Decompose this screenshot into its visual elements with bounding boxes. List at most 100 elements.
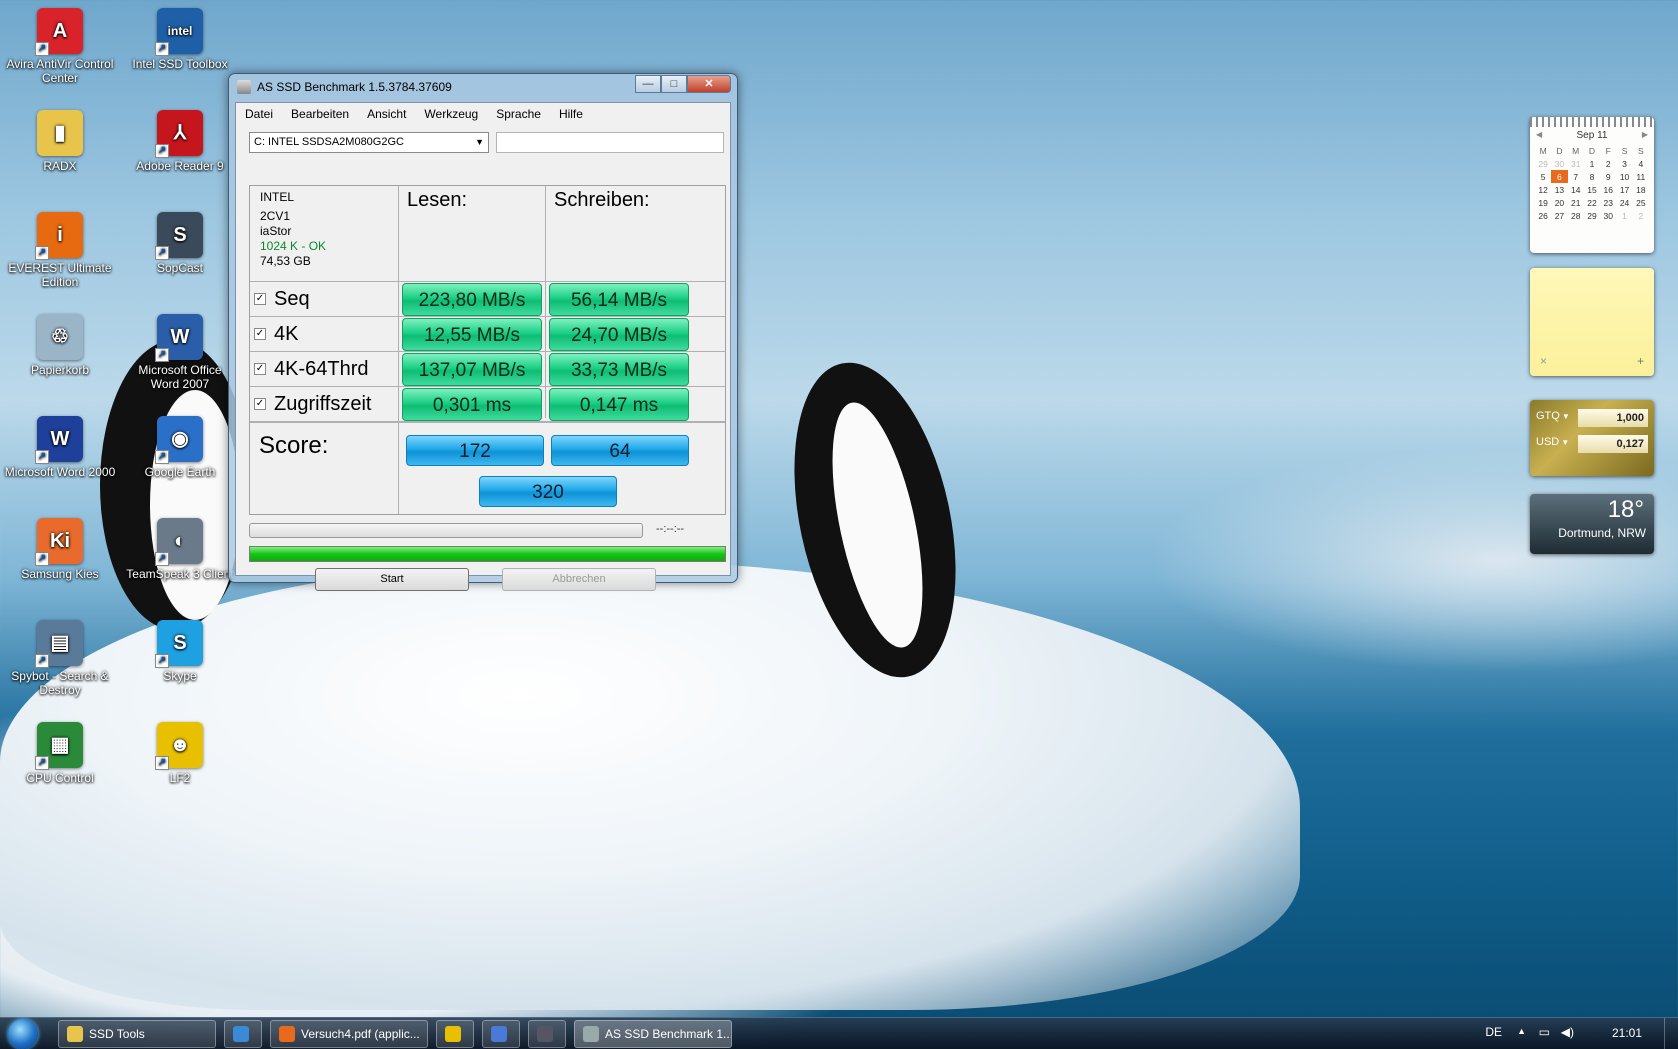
currency-from[interactable]: GTQ ▼ [1536, 410, 1570, 422]
calendar-day[interactable]: 7 [1568, 170, 1584, 183]
calendar-day[interactable]: 5 [1535, 170, 1551, 183]
taskbar-item-lightning[interactable] [436, 1020, 474, 1048]
volume-icon[interactable]: ◀) [1561, 1025, 1574, 1039]
calendar-day[interactable]: 8 [1584, 170, 1600, 183]
taskbar-item-folder[interactable]: SSD Tools [58, 1020, 216, 1048]
start-button[interactable]: Start [315, 568, 469, 591]
calendar-day[interactable]: 30 [1600, 209, 1616, 222]
minimize-button[interactable]: — [635, 75, 661, 93]
calendar-day[interactable]: 30 [1551, 157, 1567, 170]
calendar-day[interactable]: 31 [1568, 157, 1584, 170]
calendar-day[interactable]: 2 [1600, 157, 1616, 170]
desktop-icon-adobe-reader[interactable]: ⅄ ↗ Adobe Reader 9 [124, 110, 236, 173]
calendar-day[interactable]: 1 [1584, 157, 1600, 170]
close-button[interactable]: ✕ [687, 75, 731, 93]
calendar-day[interactable]: 15 [1584, 183, 1600, 196]
as-ssd-window[interactable]: AS SSD Benchmark 1.5.3784.37609 — □ ✕ Da… [228, 73, 738, 591]
row-4k64-label[interactable]: ✓ 4K-64Thrd [254, 354, 369, 384]
checkbox-access[interactable]: ✓ [254, 398, 266, 410]
menu-datei[interactable]: Datei [236, 107, 282, 121]
note-add-icon[interactable]: + [1637, 354, 1644, 368]
desktop-icon-google-earth[interactable]: ◉ ↗ Google Earth [124, 416, 236, 479]
calendar-day[interactable]: 18 [1633, 183, 1649, 196]
sticky-note-gadget[interactable]: × + [1530, 268, 1654, 376]
desktop-icon-word-2007[interactable]: W ↗ Microsoft Office Word 2007 [124, 314, 236, 391]
row-4k-label[interactable]: ✓ 4K [254, 319, 298, 349]
currency-to[interactable]: USD ▼ [1536, 436, 1569, 448]
currency-to-value[interactable]: 0,127 [1578, 435, 1648, 453]
drive-select[interactable]: C: INTEL SSDSA2M080G2GC ▼ [249, 131, 489, 153]
currency-from-value[interactable]: 1,000 [1578, 409, 1648, 427]
calendar-day[interactable]: 16 [1600, 183, 1616, 196]
window-titlebar[interactable]: AS SSD Benchmark 1.5.3784.37609 — □ ✕ [229, 74, 737, 100]
menu-werkzeug[interactable]: Werkzeug [415, 107, 487, 121]
desktop-icon-intel[interactable]: intel ↗ Intel SSD Toolbox [124, 8, 236, 71]
desktop-icon-avira[interactable]: A ↗ Avira AntiVir Control Center [4, 8, 116, 85]
desktop-icon-samsung-kies[interactable]: Ki ↗ Samsung Kies [4, 518, 116, 581]
currency-to-code[interactable]: USD [1536, 436, 1559, 448]
desktop-icon-spybot[interactable]: ▤ ↗ Spybot - Search & Destroy [4, 620, 116, 697]
calendar-day[interactable]: 9 [1600, 170, 1616, 183]
calendar-day[interactable]: 27 [1551, 209, 1567, 222]
tray-expand-icon[interactable]: ▲ [1517, 1026, 1526, 1036]
calendar-day[interactable]: 10 [1616, 170, 1632, 183]
taskbar-item-as-ssd[interactable]: AS SSD Benchmark 1... [574, 1020, 732, 1048]
calendar-day[interactable]: 20 [1551, 196, 1567, 209]
calendar-day[interactable]: 1 [1616, 209, 1632, 222]
calendar-prev-icon[interactable]: ◀ [1536, 130, 1542, 139]
calendar-day[interactable]: 24 [1616, 196, 1632, 209]
calendar-day[interactable]: 29 [1535, 157, 1551, 170]
calendar-day[interactable]: 2 [1633, 209, 1649, 222]
checkbox-seq[interactable]: ✓ [254, 293, 266, 305]
menu-bearbeiten[interactable]: Bearbeiten [282, 107, 358, 121]
desktop-icon-everest[interactable]: i ↗ EVEREST Ultimate Edition [4, 212, 116, 289]
currency-gadget[interactable]: GTQ ▼ 1,000 USD ▼ 0,127 [1530, 400, 1654, 476]
maximize-button[interactable]: □ [661, 75, 687, 93]
calendar-day[interactable]: 22 [1584, 196, 1600, 209]
taskbar-item-steam[interactable] [528, 1020, 566, 1048]
calendar-day[interactable]: 17 [1616, 183, 1632, 196]
desktop-icon-folder[interactable]: ▮ RADX [4, 110, 116, 173]
calendar-day[interactable]: 4 [1633, 157, 1649, 170]
calendar-day[interactable]: 3 [1616, 157, 1632, 170]
calendar-day[interactable]: 19 [1535, 196, 1551, 209]
calendar-next-icon[interactable]: ▶ [1642, 130, 1648, 139]
calendar-day[interactable]: 26 [1535, 209, 1551, 222]
language-indicator[interactable]: DE [1485, 1025, 1502, 1039]
note-close-icon[interactable]: × [1540, 354, 1547, 368]
desktop-icon-cpu-control[interactable]: ▦ ↗ CPU Control [4, 722, 116, 785]
cancel-button[interactable]: Abbrechen [502, 568, 656, 591]
calendar-day[interactable]: 23 [1600, 196, 1616, 209]
weather-gadget[interactable]: 18° Dortmund, NRW [1530, 494, 1654, 554]
calendar-day[interactable]: 14 [1568, 183, 1584, 196]
taskbar-item-internet-explorer[interactable] [224, 1020, 262, 1048]
menu-ansicht[interactable]: Ansicht [358, 107, 415, 121]
currency-from-code[interactable]: GTQ [1536, 410, 1560, 422]
calendar-day[interactable]: 28 [1568, 209, 1584, 222]
calendar-day[interactable]: 12 [1535, 183, 1551, 196]
start-button[interactable] [0, 1018, 46, 1049]
calendar-gadget[interactable]: ◀ Sep 11 ▶ M D M D F S S 29 30 31 1 2 3 4 5 6 7 8 9 10 11 12 1… [1530, 117, 1654, 253]
desktop-icon-recycle-bin[interactable]: ♲ Papierkorb [4, 314, 116, 377]
menu-sprache[interactable]: Sprache [487, 107, 550, 121]
network-icon[interactable]: ▭ [1539, 1025, 1550, 1039]
desktop-icon-sopcast[interactable]: S ↗ SopCast [124, 212, 236, 275]
taskbar-item-firefox[interactable]: Versuch4.pdf (applic... [270, 1020, 428, 1048]
show-desktop-button[interactable] [1664, 1018, 1678, 1049]
desktop-icon-skype[interactable]: S ↗ Skype [124, 620, 236, 683]
calendar-day[interactable]: 21 [1568, 196, 1584, 209]
desktop-icon-teamspeak[interactable]: ◐ ↗ TeamSpeak 3 Client [124, 518, 236, 581]
menu-hilfe[interactable]: Hilfe [550, 107, 592, 121]
calendar-day[interactable]: 11 [1633, 170, 1649, 183]
calendar-day[interactable]: 13 [1551, 183, 1567, 196]
calendar-day[interactable]: 29 [1584, 209, 1600, 222]
checkbox-4k64[interactable]: ✓ [254, 363, 266, 375]
row-seq-label[interactable]: ✓ Seq [254, 284, 310, 314]
checkbox-4k[interactable]: ✓ [254, 328, 266, 340]
desktop-icon-word-2000[interactable]: W ↗ Microsoft Word 2000 [4, 416, 116, 479]
row-access-label[interactable]: ✓ Zugriffszeit [254, 389, 371, 419]
calendar-day[interactable]: 25 [1633, 196, 1649, 209]
clock[interactable]: 21:01 [1612, 1026, 1642, 1040]
taskbar-item-bird[interactable] [482, 1020, 520, 1048]
calendar-day[interactable]: 6 [1551, 170, 1568, 183]
